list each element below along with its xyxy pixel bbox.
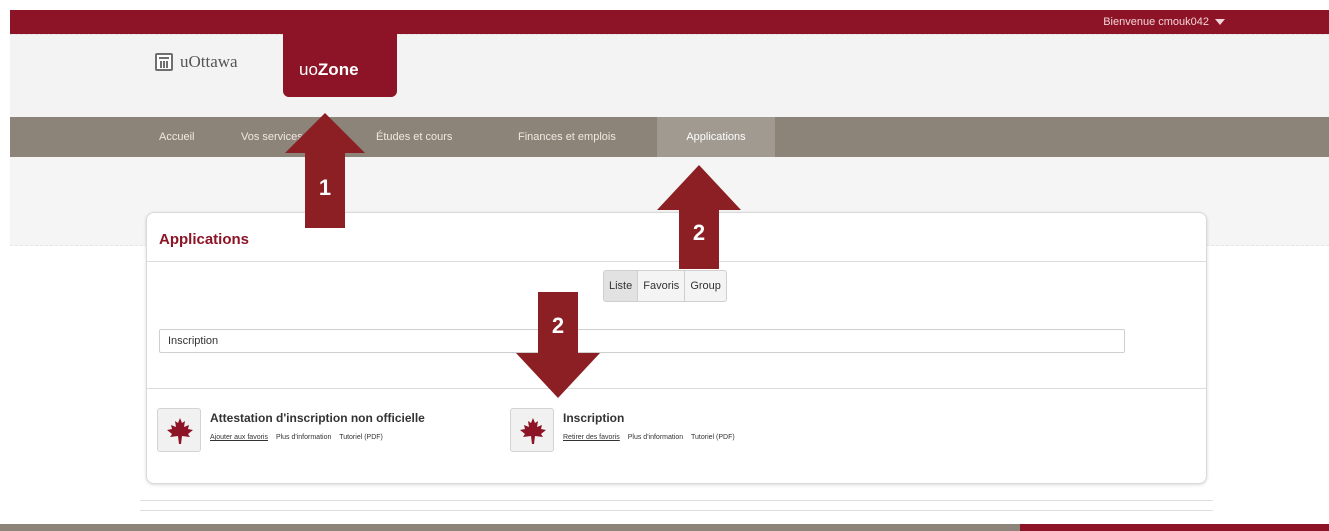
footer-accent [1020,524,1329,531]
nav-item-vos-services[interactable]: Vos services [241,117,303,157]
view-favorites-button[interactable]: Favoris [638,271,686,301]
maple-leaf-icon[interactable] [157,408,201,452]
university-logo-icon [155,53,173,71]
divider [140,510,1213,511]
welcome-menu[interactable]: Bienvenue cmouk042 [1103,10,1209,34]
header [10,34,1329,117]
more-info-link[interactable]: Plus d'information [276,434,331,441]
top-bar: Bienvenue cmouk042 [10,10,1329,34]
main-nav: Accueil Vos services Études et cours Fin… [10,117,1329,157]
caret-down-icon[interactable] [1215,19,1225,25]
add-favorite-link[interactable]: Ajouter aux favoris [210,434,268,441]
uottawa-logo-text[interactable]: uOttawa [180,52,238,72]
tutorial-pdf-link[interactable]: Tutoriel (PDF) [691,434,735,441]
uozone-logo-text: uoZone [299,60,359,79]
annotation-label-2: 2 [692,220,706,245]
search-input[interactable] [159,329,1125,353]
uozone-home-tab[interactable]: uoZone [283,34,397,97]
divider [140,500,1213,501]
nav-item-applications[interactable]: Applications [657,117,775,157]
applications-panel: Applications Liste Favoris Group Attesta… [146,212,1207,484]
divider [147,388,1206,389]
annotation-label-2: 2 [551,313,565,338]
maple-leaf-icon[interactable] [510,408,554,452]
app-links: Retirer des favoris Plus d'information T… [563,434,741,441]
view-toggle: Liste Favoris Group [603,270,727,302]
view-list-button[interactable]: Liste [604,271,639,301]
panel-title: Applications [159,231,250,248]
tutorial-pdf-link[interactable]: Tutoriel (PDF) [339,434,383,441]
remove-favorite-link[interactable]: Retirer des favoris [563,434,620,441]
app-links: Ajouter aux favoris Plus d'information T… [210,434,389,441]
annotation-label-1: 1 [318,175,332,200]
app-name[interactable]: Inscription [563,411,624,425]
nav-item-etudes-cours[interactable]: Études et cours [376,117,452,157]
app-name[interactable]: Attestation d'inscription non officielle [210,411,425,425]
view-group-button[interactable]: Group [685,271,726,301]
more-info-link[interactable]: Plus d'information [628,434,683,441]
nav-item-accueil[interactable]: Accueil [159,117,194,157]
nav-item-finances-emplois[interactable]: Finances et emplois [518,117,616,157]
divider [147,261,1206,262]
